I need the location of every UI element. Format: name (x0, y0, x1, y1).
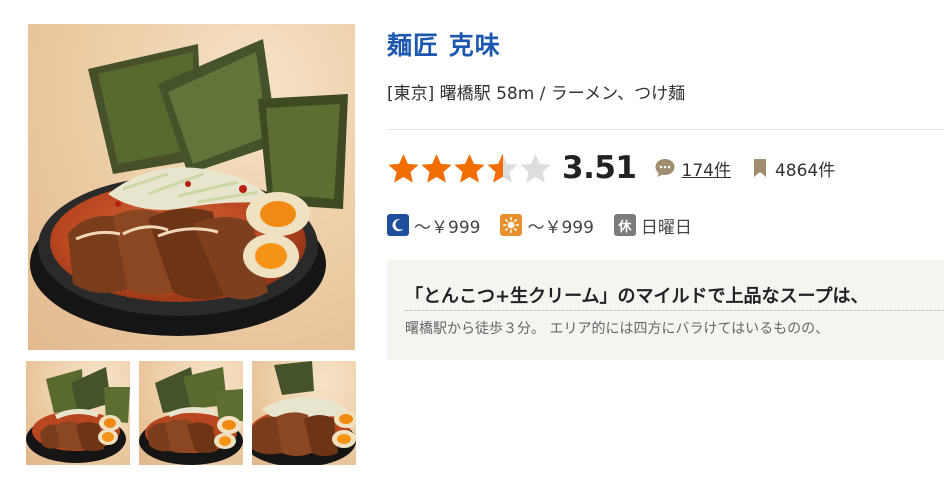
sun-icon (500, 214, 523, 236)
thumbnail-image (139, 367, 243, 465)
rating-stars (387, 152, 552, 185)
holiday-icon: 休 (613, 214, 636, 236)
pr-body: 曙橋駅から徒歩３分。 エリア的には四方にバラけてはいるものの、 (405, 321, 830, 337)
star-half-icon (487, 153, 518, 183)
star-icon (454, 153, 485, 183)
star-icon (388, 153, 419, 183)
reviews-count[interactable]: 174件 (682, 156, 731, 181)
pr-title[interactable]: 「とんこつ+生クリーム」のマイルドで上品なスープは、 (405, 282, 868, 308)
divider (387, 129, 944, 130)
lunch-price: ～￥999 (527, 217, 594, 238)
thumbnail-image (252, 361, 356, 465)
restaurant-name[interactable]: 麺匠 克味 (387, 26, 501, 62)
thumbnail-photo-1[interactable] (26, 361, 130, 465)
saves-count: 4864件 (774, 160, 836, 181)
star-empty-icon (520, 153, 551, 183)
pr-box[interactable]: 「とんこつ+生クリーム」のマイルドで上品なスープは、 曙橋駅から徒歩３分。 エリ… (387, 260, 944, 360)
dinner-price: ～￥999 (414, 217, 481, 238)
price-row: ～￥999 ～￥999 休 日曜日 (387, 212, 712, 238)
speech-bubble-icon (655, 159, 674, 177)
rating-row: 3.51 174件 4864件 (387, 149, 835, 187)
ramen-photo-image (30, 39, 348, 336)
pr-divider (405, 310, 944, 311)
restaurant-area: [東京] 曙橋駅 58m / ラーメン、つけ麺 (387, 84, 686, 104)
main-photo[interactable] (28, 24, 355, 350)
bookmark-icon (753, 159, 766, 177)
thumbnail-photo-2[interactable] (139, 361, 243, 465)
holiday-text: 日曜日 (640, 217, 692, 238)
moon-icon (387, 214, 409, 236)
rating-score: 3.51 (562, 150, 637, 186)
thumbnail-photo-3[interactable] (252, 361, 356, 465)
saves-count-group: 4864件 (753, 156, 835, 181)
reviews-link[interactable]: 174件 (654, 156, 731, 181)
thumbnail-image (26, 367, 130, 463)
star-icon (421, 153, 452, 183)
